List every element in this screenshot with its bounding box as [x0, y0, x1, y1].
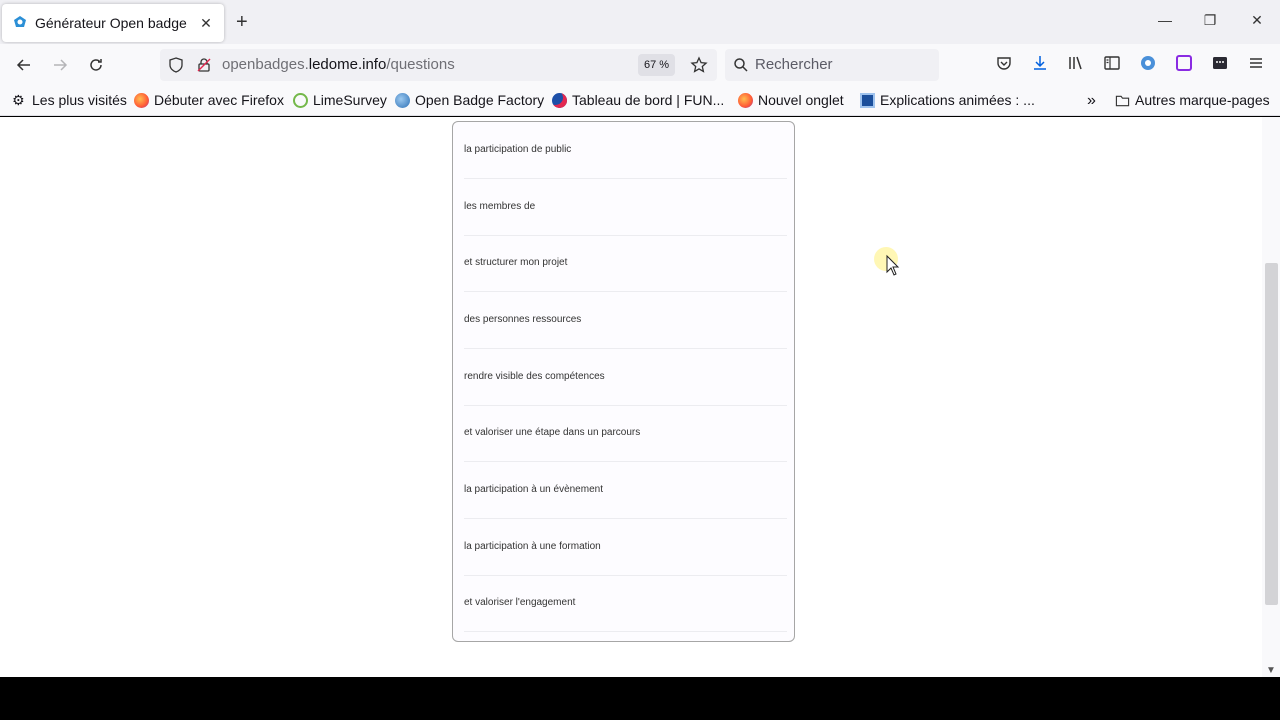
- firefox-icon: [134, 92, 149, 108]
- tab-title: Générateur Open badge: [35, 15, 187, 31]
- video-icon: [860, 92, 875, 108]
- answer-option[interactable]: la participation de public: [464, 122, 787, 179]
- limesurvey-icon: [293, 92, 308, 108]
- arrow-right-icon: [54, 59, 68, 71]
- bookmark-firefox-start[interactable]: Débuter avec Firefox: [134, 92, 284, 108]
- library-icon[interactable]: [1067, 54, 1085, 72]
- back-button[interactable]: [13, 54, 35, 76]
- bookmark-label: Débuter avec Firefox: [154, 92, 284, 108]
- globe-icon: [395, 92, 410, 108]
- search-bar[interactable]: Rechercher: [725, 49, 939, 81]
- badge-favicon-icon: [14, 16, 26, 27]
- answer-text: des personnes ressources: [464, 314, 582, 325]
- address-bar[interactable]: openbadges.ledome.info/questions 67 %: [160, 49, 717, 81]
- menu-hamburger-icon[interactable]: [1247, 54, 1265, 72]
- answer-option[interactable]: et structurer mon projet: [464, 235, 787, 292]
- folder-icon: [1115, 95, 1130, 106]
- bookmarks-toolbar: ⚙ Les plus visités Débuter avec Firefox …: [0, 86, 1280, 116]
- answer-option[interactable]: et valoriser l'engagement: [464, 575, 787, 632]
- answer-option[interactable]: la participation à une formation: [464, 519, 787, 576]
- tab-close-icon[interactable]: ✕: [198, 15, 214, 32]
- answer-text: les membres de: [464, 201, 536, 212]
- bookmark-label: Explications animées : ...: [880, 92, 1035, 108]
- bookmark-limesurvey[interactable]: LimeSurvey: [293, 92, 387, 108]
- answer-text: la participation de public: [464, 144, 572, 155]
- bookmark-star-icon[interactable]: [690, 56, 708, 74]
- answer-text: la participation à un évènement: [464, 484, 603, 495]
- bookmark-most-visited[interactable]: ⚙ Les plus visités: [12, 92, 127, 108]
- sidebar-icon[interactable]: [1103, 54, 1121, 72]
- minimize-button[interactable]: —: [1155, 12, 1175, 28]
- answers-list-card: la participation de public les membres d…: [452, 121, 795, 642]
- reload-icon: [90, 59, 102, 71]
- bookmark-label: Open Badge Factory: [415, 92, 545, 108]
- other-bookmarks-folder[interactable]: Autres marque-pages: [1115, 92, 1270, 108]
- tab-strip: Générateur Open badge ✕ + — ❐ ✕: [0, 0, 1280, 44]
- bookmarks-overflow-button[interactable]: »: [1087, 92, 1096, 110]
- answer-option[interactable]: et valoriser une étape dans un parcours: [464, 405, 787, 462]
- gear-icon: ⚙: [12, 91, 25, 108]
- url-domain: ledome.info: [308, 56, 387, 73]
- extension-purple-icon[interactable]: [1175, 54, 1193, 72]
- search-icon: [734, 58, 748, 72]
- bookmark-fun-dashboard[interactable]: Tableau de bord | FUN...: [552, 92, 724, 108]
- extension-blue-icon[interactable]: [1139, 54, 1157, 72]
- download-icon[interactable]: [1031, 54, 1049, 72]
- lock-warning-icon[interactable]: [196, 57, 212, 73]
- letterbox-bar: [0, 677, 1280, 720]
- scrollbar-thumb[interactable]: [1265, 263, 1278, 605]
- extension-dark-icon[interactable]: [1211, 54, 1229, 72]
- url-text[interactable]: openbadges.ledome.info/questions: [222, 56, 455, 73]
- answer-text: et structurer mon projet: [464, 257, 568, 268]
- bookmark-label: Nouvel onglet: [758, 92, 844, 108]
- answer-text: rendre visible des compétences: [464, 371, 605, 382]
- bookmark-label: Tableau de bord | FUN...: [572, 92, 725, 108]
- forward-button[interactable]: [49, 54, 71, 76]
- answer-text: et valoriser l'engagement: [464, 597, 576, 608]
- answer-option[interactable]: la participation à un évènement: [464, 462, 787, 519]
- bookmark-open-badge-factory[interactable]: Open Badge Factory: [395, 92, 544, 108]
- tab-active[interactable]: Générateur Open badge ✕: [2, 4, 224, 42]
- arrow-left-icon: [16, 59, 30, 71]
- window-close-button[interactable]: ✕: [1247, 12, 1267, 29]
- new-tab-button[interactable]: +: [236, 12, 248, 32]
- fun-icon: [552, 92, 567, 108]
- url-prefix: openbadges.: [222, 56, 309, 73]
- reload-button[interactable]: [85, 54, 107, 76]
- search-placeholder: Rechercher: [755, 56, 833, 73]
- answer-option[interactable]: les membres de: [464, 179, 787, 236]
- scroll-down-icon[interactable]: ▼: [1266, 665, 1276, 676]
- page-content: la participation de public les membres d…: [0, 117, 1262, 677]
- bookmark-label: Les plus visités: [32, 92, 127, 108]
- bookmark-label: LimeSurvey: [313, 92, 387, 108]
- navigation-toolbar: openbadges.ledome.info/questions 67 % Re…: [0, 44, 1280, 86]
- chevron-double-right-icon: »: [1087, 92, 1096, 109]
- page-scrollbar[interactable]: ▼: [1262, 117, 1280, 677]
- answer-text: et valoriser une étape dans un parcours: [464, 427, 641, 438]
- bookmark-animated-explanations[interactable]: Explications animées : ...: [860, 92, 1035, 108]
- zoom-reset-button[interactable]: 67 %: [638, 54, 676, 76]
- bookmark-new-tab[interactable]: Nouvel onglet: [738, 92, 844, 108]
- answer-option[interactable]: rendre visible des compétences: [464, 349, 787, 406]
- url-path: /questions: [386, 56, 455, 73]
- shield-icon[interactable]: [168, 57, 184, 73]
- bookmark-label: Autres marque-pages: [1135, 92, 1270, 108]
- pocket-icon[interactable]: [995, 54, 1013, 72]
- firefox-icon: [738, 92, 753, 108]
- answer-option[interactable]: des personnes ressources: [464, 292, 787, 349]
- restore-button[interactable]: ❐: [1200, 12, 1220, 29]
- answer-text: la participation à une formation: [464, 541, 601, 552]
- mouse-cursor-icon: [874, 247, 900, 276]
